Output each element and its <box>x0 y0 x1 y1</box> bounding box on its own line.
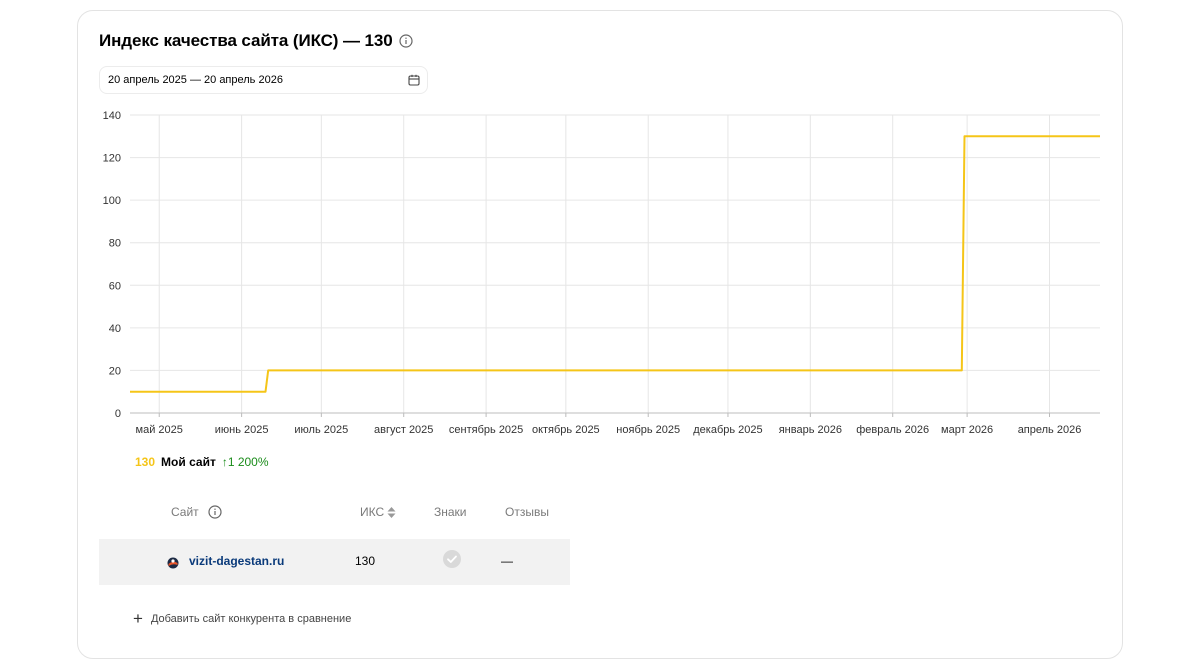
info-icon[interactable] <box>398 34 413 48</box>
check-circle-icon <box>442 549 462 572</box>
x-tick-label: июнь 2025 <box>215 424 269 436</box>
series-line <box>130 135 1100 393</box>
x-tick-label: апрель 2026 <box>1018 424 1082 436</box>
column-header-site: Сайт <box>171 505 222 519</box>
x-tick-label: февраль 2026 <box>856 424 929 436</box>
y-tick-label: 100 <box>103 195 121 207</box>
legend-change: ↑1 200% <box>221 455 269 469</box>
x-tick-label: октябрь 2025 <box>532 424 600 436</box>
x-tick-label: август 2025 <box>374 424 433 436</box>
iks-value: 130 <box>355 554 376 568</box>
x-tick-label: ноябрь 2025 <box>616 424 680 436</box>
column-header-signs: Знаки <box>434 505 467 519</box>
plus-icon: + <box>133 609 143 628</box>
add-competitor-button[interactable]: + Добавить сайт конкурента в сравнение <box>133 610 351 627</box>
x-tick-label: март 2026 <box>941 424 993 436</box>
column-header-iks[interactable]: ИКС <box>360 505 397 519</box>
date-range-text: 20 апрель 2025 — 20 апрель 2026 <box>108 74 283 86</box>
x-tick-label: сентябрь 2025 <box>449 424 523 436</box>
widget-header: Индекс качества сайта (ИКС) — 130 <box>99 31 413 51</box>
y-tick-label: 0 <box>115 408 121 420</box>
widget-title: Индекс качества сайта (ИКС) — 130 <box>99 31 393 50</box>
x-tick-label: май 2025 <box>136 424 183 436</box>
x-tick-label: декабрь 2025 <box>693 424 762 436</box>
site-link[interactable]: vizit-dagestan.ru <box>189 554 284 568</box>
legend-series-name: Мой сайт <box>161 455 216 469</box>
y-tick-label: 40 <box>109 323 121 335</box>
add-competitor-label: Добавить сайт конкурента в сравнение <box>150 612 352 625</box>
info-icon[interactable] <box>208 505 222 519</box>
iks-line-chart: 0 20 40 60 80 100 120 140 май 2025 июнь 2025 июль … <box>103 110 1101 436</box>
y-tick-label: 20 <box>109 365 121 377</box>
favicon <box>167 556 179 569</box>
y-tick-label: 60 <box>109 280 121 292</box>
sort-icon[interactable] <box>386 506 397 519</box>
x-tick-label: июль 2025 <box>294 424 348 436</box>
legend-value: 130 <box>135 455 156 469</box>
chart-legend: 130 Мой сайт ↑1 200% <box>135 455 269 469</box>
x-tick-label: январь 2026 <box>779 424 842 436</box>
y-tick-label: 140 <box>103 110 121 122</box>
table-row: vizit-dagestan.ru 130 — <box>99 539 570 585</box>
column-header-reviews: Отзывы <box>505 505 549 519</box>
date-range-picker[interactable]: 20 апрель 2025 — 20 апрель 2026 <box>99 66 428 94</box>
calendar-icon[interactable] <box>407 73 421 87</box>
y-tick-label: 120 <box>103 153 121 165</box>
reviews-value: — <box>501 554 513 568</box>
y-tick-label: 80 <box>109 238 121 250</box>
